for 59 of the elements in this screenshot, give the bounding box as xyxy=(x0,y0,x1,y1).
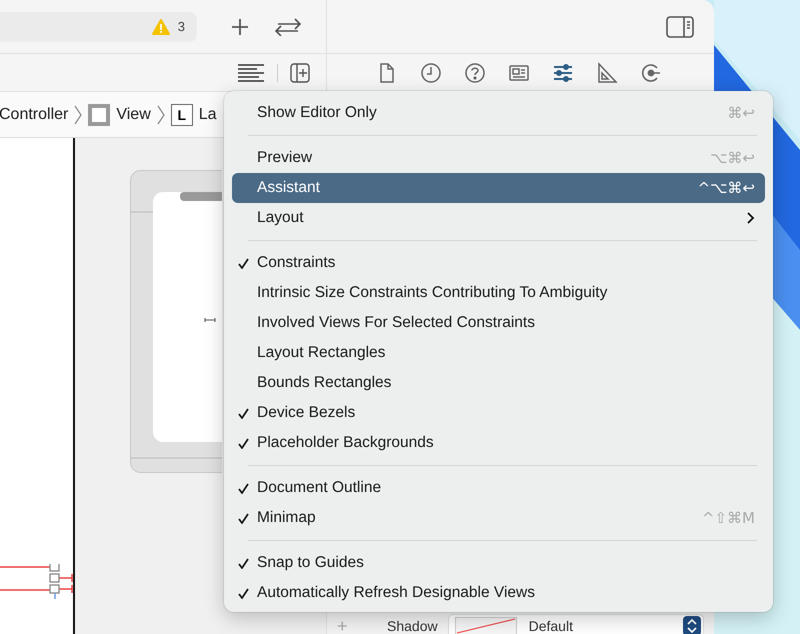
menu-item-label: Automatically Refresh Designable Views xyxy=(257,584,536,602)
inspector-toggle-icon[interactable] xyxy=(666,16,694,38)
menu-item[interactable]: Snap to Guides xyxy=(232,548,765,578)
menu-item-label: Device Bezels xyxy=(257,404,356,422)
keyboard-shortcut: ⌘↩ xyxy=(727,104,755,122)
menu-item-label: Constraints xyxy=(257,254,336,272)
menu-item-label: Involved Views For Selected Constraints xyxy=(257,314,536,332)
view-icon xyxy=(88,104,110,126)
menu-item-label: Preview xyxy=(257,149,314,167)
circle-arrow-icon[interactable] xyxy=(640,62,662,84)
menu-item-label: Assistant xyxy=(257,179,321,197)
menu-item[interactable]: Minimap ^⇧⌘M xyxy=(232,503,765,533)
stepper-icon xyxy=(683,616,701,634)
plus-icon[interactable] xyxy=(231,18,249,36)
keyboard-shortcut: ⌥⌘↩ xyxy=(710,149,755,167)
chevron-icon xyxy=(74,104,82,124)
menu-item-label: Layout xyxy=(257,209,305,227)
status-field[interactable]: 3 xyxy=(0,12,197,42)
shadow-popup[interactable]: Default xyxy=(448,614,704,634)
menu-item[interactable]: Show Editor Only ⌘↩ xyxy=(232,98,765,128)
menu-item-label: Show Editor Only xyxy=(257,104,378,122)
breadcrumb-item[interactable]: Controller xyxy=(0,106,68,124)
breadcrumb-item[interactable]: View xyxy=(116,106,151,124)
menu-item-label: Layout Rectangles xyxy=(257,344,386,362)
keyboard-shortcut: ^⇧⌘M xyxy=(702,509,755,527)
menu-item-label: Bounds Rectangles xyxy=(257,374,392,392)
menu-item[interactable]: Involved Views For Selected Constraints xyxy=(232,308,765,338)
help-icon[interactable] xyxy=(464,62,486,84)
menu-item[interactable]: Layout xyxy=(232,203,765,233)
menu-item[interactable]: Bounds Rectangles xyxy=(232,368,765,398)
chevron-icon xyxy=(156,104,165,124)
swap-arrows-icon[interactable] xyxy=(274,18,302,36)
menu-item-label: Placeholder Backgrounds xyxy=(257,434,435,452)
keyboard-shortcut: ^⌥⌘↩ xyxy=(698,179,755,197)
menu-item-label: Minimap xyxy=(257,509,317,527)
ruler-triangle-icon[interactable] xyxy=(596,62,618,84)
menu-item[interactable]: Layout Rectangles xyxy=(232,338,765,368)
popup-value: Default xyxy=(528,618,574,634)
menu-item-label: Document Outline xyxy=(257,479,382,497)
menu-item[interactable]: Constraints xyxy=(232,248,765,278)
sliders-icon[interactable] xyxy=(552,62,574,84)
menu-item-label: Snap to Guides xyxy=(257,554,365,572)
menu-item[interactable]: Placeholder Backgrounds xyxy=(232,428,765,458)
clock-icon[interactable] xyxy=(420,62,442,84)
warning-count: 3 xyxy=(178,19,185,34)
menu-item[interactable]: Device Bezels xyxy=(232,398,765,428)
menu-item-label: Intrinsic Size Constraints Contributing To Ambiguity xyxy=(257,284,608,302)
label-icon: L xyxy=(170,104,193,126)
align-lines-icon[interactable] xyxy=(237,62,265,82)
warning-icon xyxy=(152,18,170,34)
menu-item[interactable]: Preview ⌥⌘↩ xyxy=(232,143,765,173)
shadow-label: Shadow xyxy=(387,618,438,634)
color-swatch xyxy=(454,617,517,634)
menu-item[interactable]: Automatically Refresh Designable Views xyxy=(232,578,765,608)
menu-item[interactable]: Document Outline xyxy=(232,473,765,503)
add-editor-icon[interactable] xyxy=(290,62,310,82)
menu-item[interactable]: Intrinsic Size Constraints Contributing To Ambiguity xyxy=(232,278,765,308)
menu-item[interactable]: Assistant ^⌥⌘↩ xyxy=(232,173,765,203)
breadcrumb-item[interactable]: La xyxy=(198,106,217,124)
